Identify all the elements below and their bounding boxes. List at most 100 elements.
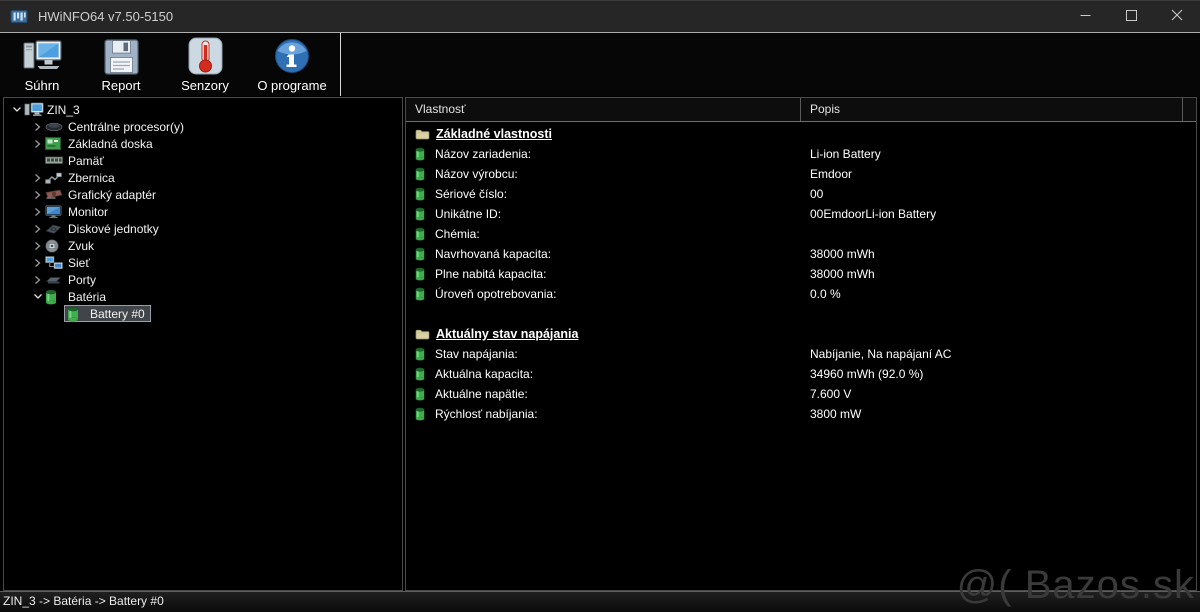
property-cell: Sériové číslo: [406, 187, 801, 201]
tree-item-content: Batéria [45, 288, 106, 305]
toolbar-button-label: Senzory [181, 78, 229, 93]
property-label: Sériové číslo: [435, 187, 508, 201]
toolbar-button-label: Súhrn [24, 78, 60, 93]
chevron-right-icon[interactable] [30, 258, 45, 268]
property-value: 3800 mW [810, 407, 862, 421]
property-value: 0.0 % [810, 287, 841, 301]
close-button[interactable] [1154, 1, 1200, 32]
window-controls [1062, 1, 1200, 32]
property-cell: Názov výrobcu: [406, 167, 801, 181]
minimize-button[interactable] [1062, 1, 1108, 32]
property-value: Li-ion Battery [810, 147, 881, 161]
tree-item-battery-#0[interactable]: Battery #0 [4, 305, 402, 322]
tree-item-diskov-jednotky[interactable]: Diskové jednotky [4, 220, 402, 237]
tree-item-content: Diskové jednotky [45, 220, 159, 237]
computer-summary-icon [20, 36, 64, 76]
chevron-right-icon[interactable] [30, 275, 45, 285]
memory-icon [45, 156, 66, 165]
property-value: Emdoor [810, 167, 853, 181]
chevron-right-icon[interactable] [30, 139, 45, 149]
tree-item-monitor[interactable]: Monitor [4, 203, 402, 220]
property-label: Plne nabitá kapacita: [435, 267, 547, 281]
battery-small-icon [415, 167, 432, 181]
tree-item-bat-ria[interactable]: Batéria [4, 288, 402, 305]
tree-item-label: Porty [68, 272, 97, 287]
bus-icon [45, 172, 66, 184]
chevron-right-icon[interactable] [30, 241, 45, 251]
property-label: Unikátne ID: [435, 207, 502, 221]
maximize-button[interactable] [1108, 1, 1154, 32]
tree-item-pam[interactable]: Pamäť [4, 152, 402, 169]
app-icon [10, 9, 28, 24]
chevron-down-icon[interactable] [9, 105, 24, 114]
battery-small-icon [415, 147, 432, 161]
chevron-right-icon[interactable] [30, 207, 45, 217]
tree-item-centr-lne-procesor-y[interactable]: Centrálne procesor(y) [4, 118, 402, 135]
hwinfo-window: HWiNFO64 v7.50-5150 Súhrn Report Senzory O … [0, 0, 1200, 612]
toolbar-button-sensors[interactable]: Senzory [164, 33, 246, 96]
disk-icon [45, 223, 66, 235]
chevron-right-icon[interactable] [30, 122, 45, 132]
chevron-down-icon[interactable] [30, 292, 45, 301]
chevron-right-icon[interactable] [30, 190, 45, 200]
battery-small-icon [415, 227, 432, 241]
motherboard-icon [45, 137, 66, 150]
toolbar-buttons: Súhrn Report Senzory O programe [0, 33, 1200, 96]
property-value: 7.600 V [810, 387, 852, 401]
property-row-unik-tne-id[interactable]: Unikátne ID: 00EmdoorLi-ion Battery [406, 204, 1196, 224]
toolbar-button-label: O programe [257, 78, 327, 93]
tree-item-z-kladn-doska[interactable]: Základná doska [4, 135, 402, 152]
property-label: Názov výrobcu: [435, 167, 518, 181]
battery-small-icon [415, 287, 432, 301]
battery-icon [67, 306, 88, 322]
column-header-property[interactable]: Vlastnosť [406, 98, 801, 121]
tree-item-porty[interactable]: Porty [4, 271, 402, 288]
tree-item-label: Batéria [68, 289, 107, 304]
statusbar: ZIN_3 -> Batéria -> Battery #0 [0, 591, 1200, 612]
cpu-icon [45, 121, 66, 132]
tree-item-zvuk[interactable]: Zvuk [4, 237, 402, 254]
tree-item-zin-3[interactable]: ZIN_3 [4, 101, 402, 118]
section-header-aktu-lny-stav-nap-jania: Aktuálny stav napájania [406, 324, 1196, 344]
section-title: Základné vlastnosti [436, 127, 553, 141]
property-row-n-zov-zariadenia[interactable]: Názov zariadenia: Li-ion Battery [406, 144, 1196, 164]
details-body: Základné vlastnosti Názov zariadenia: Li-i… [406, 122, 1196, 424]
toolbar-button-report[interactable]: Report [78, 33, 164, 96]
audio-icon [45, 238, 66, 253]
column-header-description[interactable]: Popis [801, 98, 1183, 121]
floppy-report-icon [103, 36, 140, 76]
tree-item-content: Centrálne procesor(y) [45, 118, 184, 135]
toolbar-separator [340, 33, 341, 96]
property-row-r-chlos-nab-jania[interactable]: Rýchlosť nabíjania: 3800 mW [406, 404, 1196, 424]
tree-item-grafick-adapt-r[interactable]: Grafický adaptér [4, 186, 402, 203]
property-row-plne-nabit-kapacita[interactable]: Plne nabitá kapacita: 38000 mWh [406, 264, 1196, 284]
property-row-ch-mia[interactable]: Chémia: [406, 224, 1196, 244]
property-label: Navrhovaná kapacita: [435, 247, 552, 261]
details-panel: Vlastnosť Popis Základné vlastnosti Názov… [405, 97, 1197, 591]
chevron-right-icon[interactable] [30, 173, 45, 183]
property-row-rove-opotrebovania[interactable]: Úroveň opotrebovania: 0.0 % [406, 284, 1196, 304]
property-row-stav-nap-jania[interactable]: Stav napájania: Nabíjanie, Na napájaní AC [406, 344, 1196, 364]
tree-item-sie[interactable]: Sieť [4, 254, 402, 271]
tree-item-label: Battery #0 [90, 306, 145, 321]
tree-item-zbernica[interactable]: Zbernica [4, 169, 402, 186]
tree-item-label: Monitor [68, 204, 109, 219]
property-cell: Navrhovaná kapacita: [406, 247, 801, 261]
property-row-n-zov-v-robcu[interactable]: Názov výrobcu: Emdoor [406, 164, 1196, 184]
property-label: Názov zariadenia: [435, 147, 532, 161]
property-row-aktu-lna-kapacita[interactable]: Aktuálna kapacita: 34960 mWh (92.0 %) [406, 364, 1196, 384]
chevron-right-icon[interactable] [30, 224, 45, 234]
toolbar: Súhrn Report Senzory O programe [0, 33, 1200, 96]
maximize-icon [1125, 8, 1137, 26]
device-tree-panel: ZIN_3 Centrálne procesor(y) Základná doska… [3, 97, 403, 591]
property-row-navrhovan-kapacita[interactable]: Navrhovaná kapacita: 38000 mWh [406, 244, 1196, 264]
property-row-aktu-lne-nap-tie[interactable]: Aktuálne napätie: 7.600 V [406, 384, 1196, 404]
tree-item-label: Diskové jednotky [68, 221, 159, 236]
property-cell: Názov zariadenia: [406, 147, 801, 161]
toolbar-button-summary[interactable]: Súhrn [6, 33, 78, 96]
toolbar-button-about[interactable]: O programe [246, 33, 338, 96]
property-row-s-riov-slo[interactable]: Sériové číslo: 00 [406, 184, 1196, 204]
property-label: Úroveň opotrebovania: [435, 287, 557, 301]
tree-item-content: Grafický adaptér [45, 186, 156, 203]
